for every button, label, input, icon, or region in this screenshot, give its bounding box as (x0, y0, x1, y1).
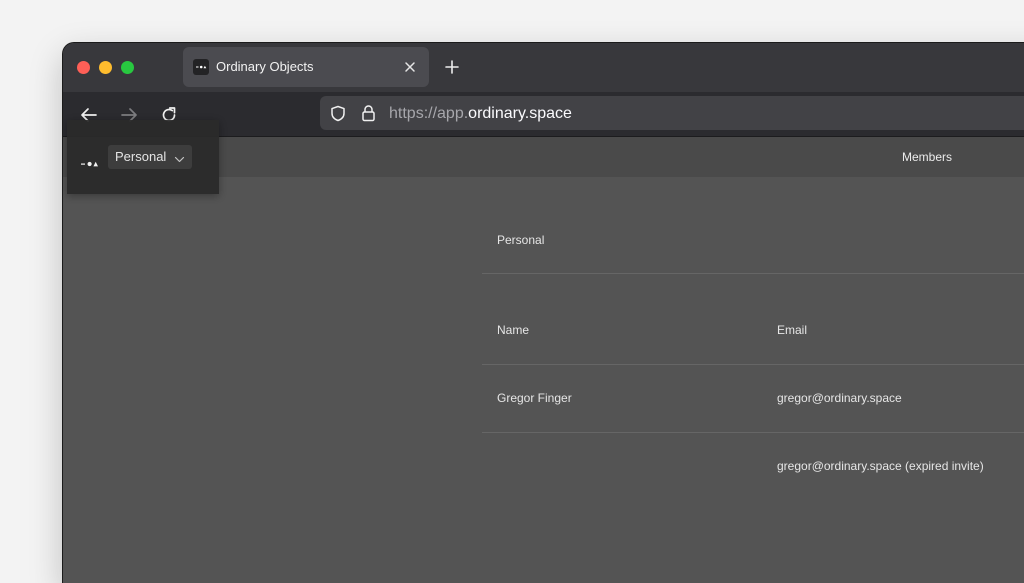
close-icon[interactable] (403, 60, 417, 74)
chevron-down-icon (174, 152, 185, 163)
divider (482, 364, 1024, 365)
browser-window: Ordinary Objects https://app.ordinary.sp… (63, 43, 1024, 583)
divider (482, 273, 1024, 274)
ordinary-logo-icon (81, 154, 101, 167)
window-zoom-button[interactable] (121, 61, 134, 74)
divider (482, 432, 1024, 433)
workspace-switcher: Personal (67, 120, 219, 194)
tab-ordinary-objects[interactable]: Ordinary Objects (183, 47, 429, 87)
lock-icon[interactable] (361, 104, 376, 122)
window-close-button[interactable] (77, 61, 90, 74)
tab-title: Ordinary Objects (216, 59, 314, 74)
member-name: Gregor Finger (497, 391, 572, 405)
member-email: gregor@ordinary.space (expired invite) (777, 459, 984, 473)
tab-strip: Ordinary Objects (63, 43, 1024, 92)
window-minimize-button[interactable] (99, 61, 112, 74)
column-header-name: Name (497, 323, 530, 337)
workspace-select[interactable]: Personal (108, 145, 192, 169)
plus-icon[interactable] (444, 59, 460, 75)
url-domain: ordinary.space (468, 105, 572, 122)
shield-icon[interactable] (330, 105, 346, 122)
members-nav-link[interactable]: Members (902, 150, 952, 164)
url-text[interactable]: https://app.ordinary.space (389, 105, 572, 123)
ordinary-logo-icon (193, 59, 209, 75)
address-bar[interactable]: https://app.ordinary.space (320, 96, 1024, 130)
workspace-select-label: Personal (115, 149, 167, 164)
column-header-email: Email (777, 323, 808, 337)
url-prefix: https://app. (389, 105, 469, 122)
member-email: gregor@ordinary.space (777, 391, 902, 405)
workspace-title: Personal (497, 233, 545, 247)
